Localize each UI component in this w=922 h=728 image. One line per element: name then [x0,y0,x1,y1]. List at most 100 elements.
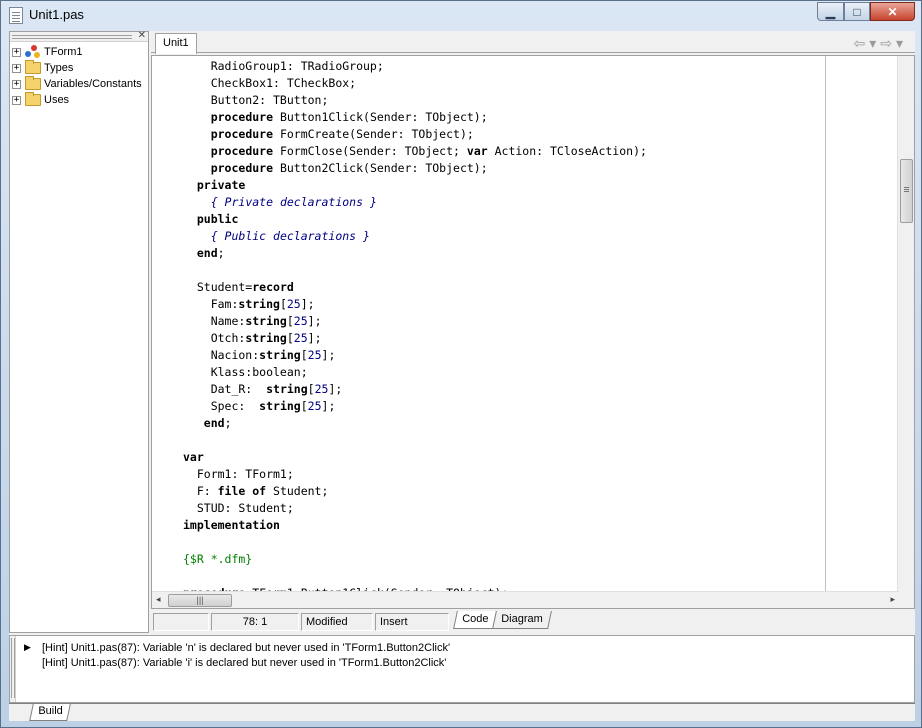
tab-code[interactable]: Code [453,611,498,629]
code-line[interactable]: { Private declarations } [183,194,647,211]
code-token: string [259,399,301,413]
tree-item-variables-constants[interactable]: + Variables/Constants [12,76,142,92]
code-line[interactable]: F: file of Student; [183,483,647,500]
code-token: Action: TCloseAction); [487,144,647,158]
code-line[interactable]: CheckBox1: TCheckBox; [183,75,647,92]
editor-gutter[interactable] [152,56,182,608]
vertical-scrollbar[interactable] [897,56,914,608]
ide-window: Unit1.pas ▁ □ ✕ ✕ + TForm1 + Types + Var… [0,0,922,728]
horizontal-scroll-thumb[interactable]: ||| [168,594,232,607]
code-line[interactable]: RadioGroup1: TRadioGroup; [183,58,647,75]
code-token: F: [183,484,218,498]
expand-icon[interactable]: + [12,79,21,89]
code-line[interactable]: Button2: TButton; [183,92,647,109]
tree-item-uses[interactable]: + Uses [12,92,142,108]
code-line[interactable]: procedure Button1Click(Sender: TObject); [183,109,647,126]
back-dropdown-icon[interactable]: ▾ [869,35,876,52]
code-line[interactable]: procedure Button2Click(Sender: TObject); [183,160,647,177]
forward-dropdown-icon[interactable]: ▾ [896,35,903,52]
code-token: [ [286,331,294,345]
code-line[interactable]: {$R *.dfm} [183,551,647,568]
tab-diagram[interactable]: Diagram [492,611,552,629]
tab-build[interactable]: Build [29,704,72,721]
editor-status-bar: 78: 1 Modified Insert Code Diagram [151,611,915,633]
code-line[interactable]: end; [183,245,647,262]
code-token: var [466,144,488,158]
tree-item-types[interactable]: + Types [12,60,142,76]
cursor-position: 78: 1 [211,613,299,631]
code-token: 25 [293,331,308,345]
close-button[interactable]: ✕ [870,2,915,21]
code-token: var [183,450,204,464]
code-token: procedure [210,127,274,141]
code-line[interactable]: Klass:boolean; [183,364,647,381]
code-line[interactable]: Otch:string[25]; [183,330,647,347]
minimize-button[interactable]: ▁ [817,2,844,21]
code-token: Spec: [183,399,260,413]
tab-unit1[interactable]: Unit1 [155,33,197,54]
code-line[interactable]: Nacion:string[25]; [183,347,647,364]
code-token: procedure [210,161,274,175]
code-token: { Private declarations } [210,195,377,209]
caption-buttons: ▁ □ ✕ [817,2,915,21]
close-icon[interactable]: ✕ [138,30,146,41]
code-token: string [245,314,287,328]
code-line[interactable]: Form1: TForm1; [183,466,647,483]
expand-icon[interactable]: + [12,95,21,105]
code-line[interactable]: { Public declarations } [183,228,647,245]
code-token: Nacion: [183,348,260,362]
code-token: Otch: [183,331,246,345]
code-token: procedure [210,110,274,124]
message-item[interactable]: [Hint] Unit1.pas(87): Variable 'i' is de… [24,655,450,670]
code-token: string [238,297,280,311]
expand-icon[interactable]: + [12,47,21,57]
code-token: end [196,246,218,260]
message-text: [Hint] Unit1.pas(87): Variable 'i' is de… [42,656,447,669]
maximize-button[interactable]: □ [844,2,870,21]
code-line[interactable] [183,568,647,585]
code-line[interactable]: procedure FormCreate(Sender: TObject); [183,126,647,143]
source-code[interactable]: RadioGroup1: TRadioGroup; CheckBox1: TCh… [183,58,647,602]
vertical-scroll-thumb[interactable] [900,159,913,223]
scroll-right-icon[interactable]: ▸ [890,594,895,605]
code-line[interactable] [183,262,647,279]
code-editor[interactable]: RadioGroup1: TRadioGroup; CheckBox1: TCh… [151,55,915,609]
code-token: 25 [286,297,301,311]
code-explorer: ✕ + TForm1 + Types + Variables/Constants… [9,30,149,633]
code-line[interactable]: var [183,449,647,466]
scroll-left-icon[interactable]: ◂ [156,594,161,605]
title-bar[interactable]: Unit1.pas ▁ □ ✕ [1,1,921,31]
code-line[interactable]: public [183,211,647,228]
code-line[interactable] [183,432,647,449]
code-line[interactable]: private [183,177,647,194]
code-line[interactable]: end; [183,415,647,432]
code-explorer-grip[interactable]: ✕ [10,30,148,42]
tree-item-label: Uses [44,94,70,106]
code-token: Dat_R: [183,382,267,396]
code-line[interactable]: STUD: Student; [183,500,647,517]
code-line[interactable]: procedure FormClose(Sender: TObject; var… [183,143,647,160]
code-token: Button1Click(Sender: TObject); [273,110,488,124]
forward-arrow-icon[interactable]: ⇨ [880,35,892,52]
code-line[interactable]: Dat_R: string[25]; [183,381,647,398]
code-line[interactable]: Spec: string[25]; [183,398,647,415]
message-item[interactable]: ▶ [Hint] Unit1.pas(87): Variable 'n' is … [24,640,450,655]
expand-icon[interactable]: + [12,63,21,73]
code-line[interactable]: Name:string[25]; [183,313,647,330]
back-arrow-icon[interactable]: ⇦ [853,35,865,52]
code-token: STUD: Student; [183,501,294,515]
code-line[interactable]: Student=record [183,279,647,296]
code-token: ]; [300,297,315,311]
editor-tabbar: Unit1 ⇦ ▾ ⇨ ▾ [151,31,915,54]
code-token: Klass:boolean; [183,365,308,379]
code-line[interactable] [183,534,647,551]
code-line[interactable]: Fam:string[25]; [183,296,647,313]
code-line[interactable]: implementation [183,517,647,534]
tree-item-tform1[interactable]: + TForm1 [12,44,142,60]
messages-grip[interactable] [10,636,16,702]
horizontal-scrollbar[interactable]: ◂ ||| ▸ [152,591,899,608]
